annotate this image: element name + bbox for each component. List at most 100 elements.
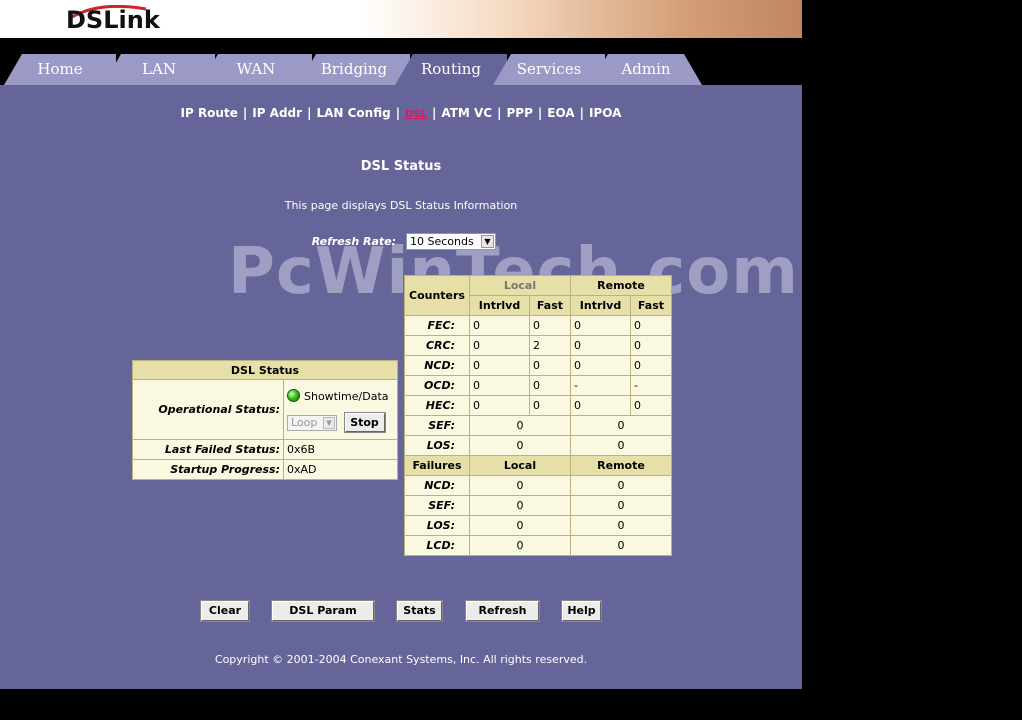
subnav-atm-vc[interactable]: ATM VC [441,106,492,120]
counter-cell: 0 [569,415,673,436]
subnav-ppp[interactable]: PPP [507,106,533,120]
counter-cell: 0 [469,375,530,396]
failure-cell: 0 [469,495,571,516]
counters-remote-header: Remote [569,275,673,296]
tab-wan[interactable]: WAN [200,54,312,85]
dsl-status-table: DSL Status Operational Status: Showtime/… [132,360,398,480]
subnav-separator: | [431,106,437,120]
main-tab-bar: Home LAN WAN Bridging Routing Services A… [0,38,802,85]
table-row: OCD: 0 0 - - [404,375,673,396]
last-failed-status-value: 0x6B [283,439,398,460]
remote-intrlvd-header: Intrlvd [569,295,631,316]
loop-select-value: Loop [291,415,318,429]
row-label: OCD: [404,375,470,396]
dslink-logo: DSLink [66,6,160,34]
counter-cell: 0 [469,335,530,356]
row-label: LOS: [404,435,470,456]
counter-cell: 2 [528,335,571,356]
subnav-ip-addr[interactable]: IP Addr [252,106,302,120]
router-page: DSLink Home LAN WAN Bridging Routing Ser… [0,0,802,689]
counter-cell: 0 [569,315,631,336]
failure-cell: 0 [569,475,673,496]
counter-cell: - [629,375,673,396]
failure-cell: 0 [569,535,673,556]
table-row: SEF: 0 0 [404,415,673,436]
row-label: CRC: [404,335,470,356]
operational-status-value: Showtime/Data [304,390,389,403]
counter-cell: 0 [569,335,631,356]
table-row: CRC: 0 2 0 0 [404,335,673,356]
page-title: DSL Status [360,159,442,174]
operational-status-cell: Showtime/Data Loop ▼ Stop [283,379,398,440]
counter-cell: 0 [469,355,530,376]
table-row: SEF: 0 0 [404,495,673,516]
local-intrlvd-header: Intrlvd [469,295,530,316]
tab-wan-label: WAN [236,60,276,78]
row-label: HEC: [404,395,470,416]
dsl-status-header: DSL Status [132,360,398,380]
local-fast-header: Fast [528,295,571,316]
row-label: LOS: [404,515,470,536]
tab-services[interactable]: Services [493,54,605,85]
copyright-text: Copyright © 2001-2004 Conexant Systems, … [214,653,588,666]
counter-cell: - [569,375,631,396]
tab-routing[interactable]: Routing [395,54,507,85]
counter-cell: 0 [469,415,571,436]
tab-bridging-label: Bridging [320,60,388,78]
startup-progress-value: 0xAD [283,459,398,480]
tab-admin[interactable]: Admin [590,54,702,85]
refresh-rate-select[interactable]: 10 Seconds ▼ [406,233,496,250]
subnav-separator: | [537,106,543,120]
counter-cell: 0 [569,395,631,416]
table-row: NCD: 0 0 0 0 [404,355,673,376]
counter-cell: 0 [469,435,571,456]
tab-lan[interactable]: LAN [103,54,215,85]
tab-home[interactable]: Home [4,54,116,85]
refresh-button[interactable]: Refresh [465,600,540,622]
counter-cell: 0 [629,355,673,376]
dsl-param-button[interactable]: DSL Param [271,600,375,622]
startup-progress-label: Startup Progress: [132,459,284,480]
table-row: FEC: 0 0 0 0 [404,315,673,336]
operational-status-label: Operational Status: [132,379,284,440]
subnav-separator: | [395,106,401,120]
failure-cell: 0 [469,535,571,556]
failure-cell: 0 [469,475,571,496]
counters-local-header: Local [469,275,571,296]
tab-services-label: Services [516,60,582,78]
failures-header: Failures [404,455,470,476]
row-label: NCD: [404,475,470,496]
failure-cell: 0 [469,515,571,536]
table-row: LOS: 0 0 [404,515,673,536]
subnav-eoa[interactable]: EOA [547,106,574,120]
tab-admin-label: Admin [621,60,671,78]
stop-button[interactable]: Stop [343,412,386,433]
subnav-dsl[interactable]: DSL [405,109,427,120]
subnav-separator: | [579,106,585,120]
chevron-down-icon[interactable]: ▼ [481,235,494,248]
stats-button[interactable]: Stats [396,600,443,622]
row-label: FEC: [404,315,470,336]
counter-cell: 0 [528,355,571,376]
counter-cell: 0 [629,335,673,356]
subnav-ipoa[interactable]: IPOA [589,106,621,120]
subnav-ip-route[interactable]: IP Route [181,106,238,120]
failures-remote-header: Remote [569,455,673,476]
last-failed-status-label: Last Failed Status: [132,439,284,460]
table-row: NCD: 0 0 [404,475,673,496]
tab-bridging[interactable]: Bridging [298,54,410,85]
help-button[interactable]: Help [561,600,602,622]
tab-lan-label: LAN [142,60,176,78]
clear-button[interactable]: Clear [200,600,250,622]
refresh-rate-value: 10 Seconds [410,235,474,248]
table-row: LOS: 0 0 [404,435,673,456]
loop-select[interactable]: Loop ▼ [287,414,337,431]
page-description: This page displays DSL Status Informatio… [284,199,518,212]
counters-table: Counters Local Remote Intrlvd Fast Intrl… [404,275,673,556]
row-label: SEF: [404,495,470,516]
counter-cell: 0 [528,395,571,416]
header-banner: DSLink [0,0,802,39]
subnav-lan-config[interactable]: LAN Config [316,106,390,120]
tab-home-label: Home [37,60,83,78]
counter-cell: 0 [469,395,530,416]
